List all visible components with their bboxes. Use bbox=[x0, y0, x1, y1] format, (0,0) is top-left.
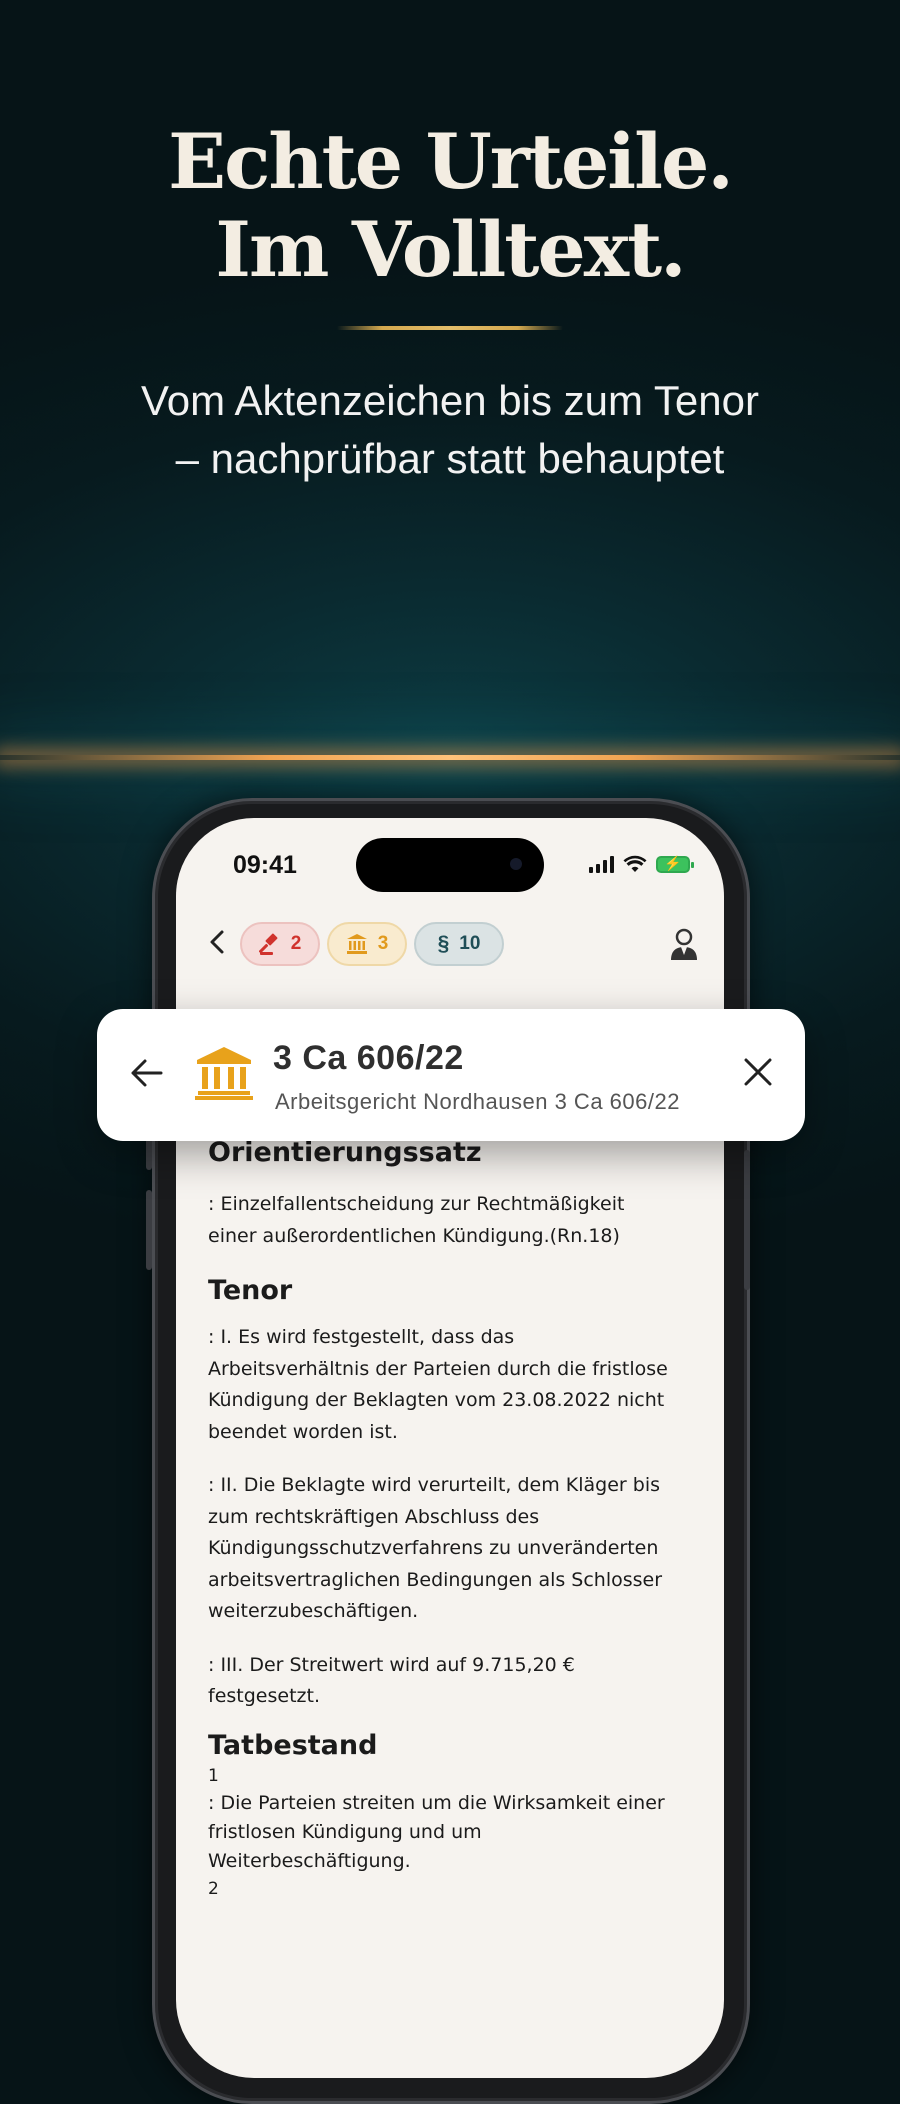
section-heading-orientierungssatz: Orientierungssatz bbox=[208, 1137, 482, 1168]
status-time: 09:41 bbox=[233, 851, 297, 879]
status-bar: 09:41 ⚡ bbox=[176, 818, 724, 908]
tenor-paragraph-1: : I. Es wird festgestellt, dass das Arbe… bbox=[208, 1322, 708, 1448]
tatbestand-line: Weiterbeschäftigung. bbox=[208, 1849, 411, 1872]
tatbestand-line: fristlosen Kündigung und um bbox=[208, 1820, 482, 1843]
tenor-line: : II. Die Beklagte wird verurteilt, dem … bbox=[208, 1474, 660, 1496]
court-building-icon bbox=[346, 934, 367, 954]
tenor-line: : III. Der Streitwert wird auf 9.715,20 … bbox=[208, 1653, 575, 1676]
tatbestand-paragraph-1: : Die Parteien streiten um die Wirksamke… bbox=[208, 1789, 708, 1876]
tenor-line: zum rechtskräftigen Abschluss des bbox=[208, 1505, 540, 1528]
tenor-paragraph-2: : II. Die Beklagte wird verurteilt, dem … bbox=[208, 1470, 708, 1628]
court-building-icon bbox=[195, 1047, 253, 1100]
phone-screen: 09:41 ⚡ 2 3 § 10 Orientierungssatz: Ein… bbox=[176, 818, 724, 2078]
orientierungssatz-line: : Einzelfallentscheidung zur Rechtmäßigk… bbox=[208, 1193, 625, 1215]
horizon-glow-line bbox=[0, 755, 900, 760]
case-number: 3 Ca 606/22 bbox=[273, 1039, 464, 1077]
filter-count: 3 bbox=[377, 933, 389, 954]
filter-count: 10 bbox=[459, 933, 481, 954]
orientierungssatz-line: einer außerordentlichen Kündigung.(Rn.18… bbox=[208, 1224, 620, 1247]
paragraph-number: 1 bbox=[208, 1765, 219, 1786]
tenor-paragraph-3: : III. Der Streitwert wird auf 9.715,20 … bbox=[208, 1650, 708, 1713]
subline-line-1: Vom Aktenzeichen bis zum Tenor bbox=[141, 377, 759, 424]
tenor-line: Kündigungsschutzverfahrens zu unveränder… bbox=[208, 1537, 659, 1559]
battery-charging-icon: ⚡ bbox=[656, 855, 694, 873]
tenor-line: festgesetzt. bbox=[208, 1685, 320, 1707]
section-sign-icon: § bbox=[437, 932, 450, 955]
close-icon[interactable] bbox=[741, 1055, 775, 1089]
filter-count: 2 bbox=[290, 933, 302, 954]
gold-divider bbox=[337, 326, 563, 330]
judgment-fulltext: Orientierungssatz : Einzelfallentscheidu… bbox=[208, 1136, 708, 1902]
headline-line-1: Echte Urteile. bbox=[168, 117, 734, 206]
section-heading-tatbestand: Tatbestand bbox=[208, 1729, 378, 1761]
tenor-line: : I. Es wird festgestellt, dass das bbox=[208, 1326, 515, 1348]
wifi-icon bbox=[623, 855, 647, 872]
app-bar: 2 3 § 10 bbox=[176, 914, 724, 974]
phone-side-button bbox=[146, 1190, 152, 1270]
cellular-signal-icon bbox=[589, 855, 614, 873]
filter-pill-courts[interactable]: 3 bbox=[327, 922, 407, 966]
tenor-line: arbeitsvertraglichen Bedingungen als Sch… bbox=[208, 1568, 663, 1591]
headline-line-2: Im Volltext. bbox=[215, 205, 686, 294]
subline-line-2: – nachprüfbar statt behauptet bbox=[175, 435, 725, 482]
status-icons: ⚡ bbox=[589, 854, 694, 874]
hero-subline: Vom Aktenzeichen bis zum Tenor – nachprü… bbox=[0, 372, 900, 488]
tenor-line: weiterzubeschäftigen. bbox=[208, 1600, 419, 1622]
tenor-line: beendet worden ist. bbox=[208, 1420, 398, 1443]
filter-pill-paragraphs[interactable]: § 10 bbox=[414, 922, 504, 966]
dynamic-island bbox=[356, 838, 544, 892]
hero-headline: Echte Urteile. Im Volltext. bbox=[0, 118, 900, 294]
chevron-left-icon[interactable] bbox=[198, 920, 238, 964]
camera-icon bbox=[510, 858, 522, 870]
court-name: Arbeitsgericht Nordhausen 3 Ca 606/22 bbox=[275, 1089, 680, 1114]
lawyer-avatar-icon[interactable] bbox=[664, 922, 704, 966]
paragraph-number: 2 bbox=[208, 1878, 219, 1899]
phone-power-button bbox=[744, 1150, 750, 1290]
tenor-line: Kündigung der Beklagten vom 23.08.2022 n… bbox=[208, 1389, 665, 1411]
tenor-line: Arbeitsverhältnis der Parteien durch die… bbox=[208, 1357, 668, 1380]
tatbestand-line: : Die Parteien streiten um die Wirksamke… bbox=[208, 1791, 665, 1814]
arrow-left-icon[interactable] bbox=[127, 1053, 167, 1093]
filter-pill-judgments[interactable]: 2 bbox=[240, 922, 320, 966]
gavel-icon bbox=[258, 933, 278, 955]
section-heading-tenor: Tenor bbox=[208, 1275, 293, 1306]
case-header-card: 3 Ca 606/22 Arbeitsgericht Nordhausen 3 … bbox=[97, 1009, 805, 1141]
